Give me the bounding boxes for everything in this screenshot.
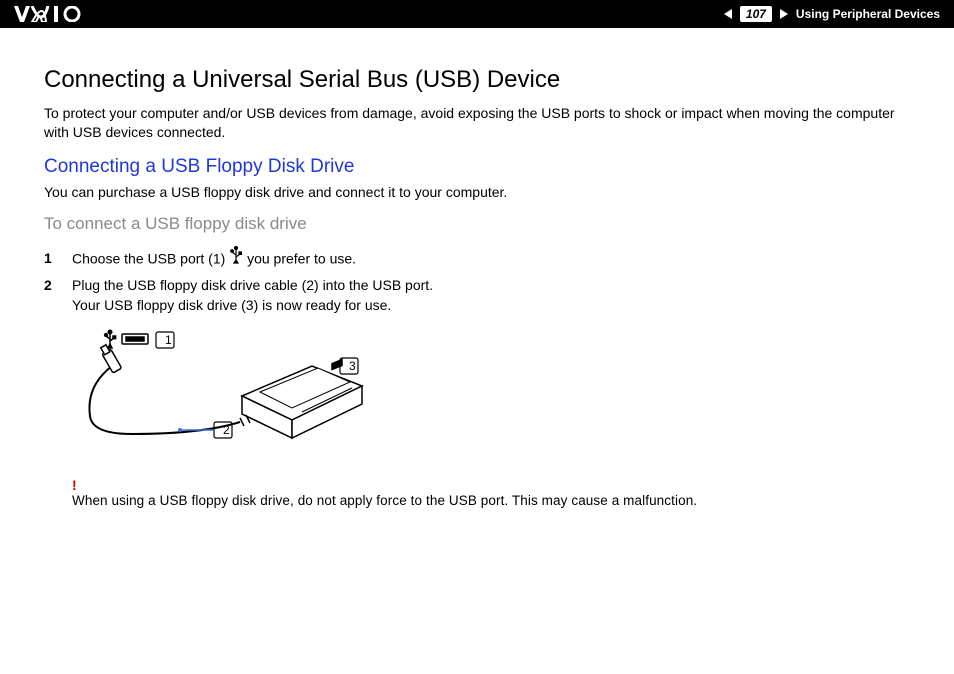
- warning-icon: !: [72, 477, 910, 493]
- connection-diagram: 1 3 2: [72, 326, 910, 471]
- vaio-logo: [14, 6, 90, 22]
- step-number: 1: [44, 248, 52, 268]
- page-number: 107: [740, 6, 772, 22]
- top-bar-right: 107 Using Peripheral Devices: [722, 6, 940, 22]
- usb-icon: [229, 246, 243, 269]
- page-title: Connecting a Universal Serial Bus (USB) …: [44, 66, 910, 94]
- step-item: 2 Plug the USB floppy disk drive cable (…: [72, 275, 910, 316]
- step-item: 1 Choose the USB port (1) you prefer to …: [72, 248, 910, 271]
- procedure-heading: To connect a USB floppy disk drive: [44, 214, 910, 234]
- page-content: Connecting a Universal Serial Bus (USB) …: [0, 28, 954, 508]
- document-page: 107 Using Peripheral Devices Connecting …: [0, 0, 954, 674]
- subheading-body: You can purchase a USB floppy disk drive…: [44, 184, 910, 200]
- step-text: Plug the USB floppy disk drive cable (2)…: [72, 277, 433, 293]
- step-text: Your USB floppy disk drive (3) is now re…: [72, 297, 391, 313]
- subheading-blue: Connecting a USB Floppy Disk Drive: [44, 156, 910, 178]
- diagram-callout-3: 3: [349, 359, 356, 373]
- intro-paragraph: To protect your computer and/or USB devi…: [44, 104, 910, 142]
- step-text: Choose the USB port (1): [72, 250, 229, 266]
- top-bar: 107 Using Peripheral Devices: [0, 0, 954, 28]
- warning-text: When using a USB floppy disk drive, do n…: [72, 493, 910, 508]
- section-label: Using Peripheral Devices: [796, 7, 940, 21]
- diagram-callout-2: 2: [223, 423, 230, 437]
- next-page-arrow-icon[interactable]: [778, 8, 790, 20]
- step-text: you prefer to use.: [243, 250, 356, 266]
- prev-page-arrow-icon[interactable]: [722, 8, 734, 20]
- step-number: 2: [44, 275, 52, 295]
- diagram-callout-1: 1: [165, 333, 172, 347]
- steps-list: 1 Choose the USB port (1) you prefer to …: [44, 248, 910, 316]
